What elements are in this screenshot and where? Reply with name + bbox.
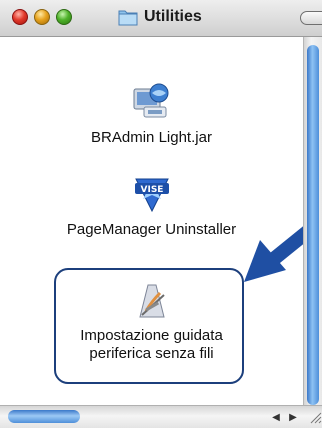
toolbar-toggle-button[interactable] <box>300 11 322 25</box>
svg-text:VISE: VISE <box>141 185 164 195</box>
finder-window: Utilities BRAdmin Light.jar VISE PageMan… <box>0 0 322 428</box>
minimize-button[interactable] <box>34 9 50 25</box>
title-bar[interactable]: Utilities <box>0 0 322 37</box>
file-item-bradmin[interactable]: BRAdmin Light.jar <box>0 79 303 159</box>
horizontal-scroll-thumb[interactable] <box>8 410 80 423</box>
highlight-box <box>54 268 244 384</box>
folder-icon <box>118 8 138 26</box>
resize-grip-icon[interactable] <box>308 410 322 424</box>
horizontal-scrollbar[interactable]: ◀ ▶ <box>0 405 322 428</box>
visioneer-uninstaller-icon: VISE <box>132 175 172 220</box>
java-app-icon <box>130 79 172 126</box>
scroll-left-arrow-icon[interactable]: ◀ <box>268 409 284 425</box>
scroll-right-arrow-icon[interactable]: ▶ <box>285 409 301 425</box>
close-button[interactable] <box>12 9 28 25</box>
folder-content: BRAdmin Light.jar VISE PageManager Unins… <box>0 37 322 405</box>
zoom-button[interactable] <box>56 9 72 25</box>
window-title: Utilities <box>118 6 202 28</box>
vertical-scrollbar[interactable] <box>303 37 322 405</box>
vertical-scroll-thumb[interactable] <box>307 45 319 405</box>
file-label: BRAdmin Light.jar <box>91 129 212 146</box>
window-title-text: Utilities <box>144 8 202 25</box>
